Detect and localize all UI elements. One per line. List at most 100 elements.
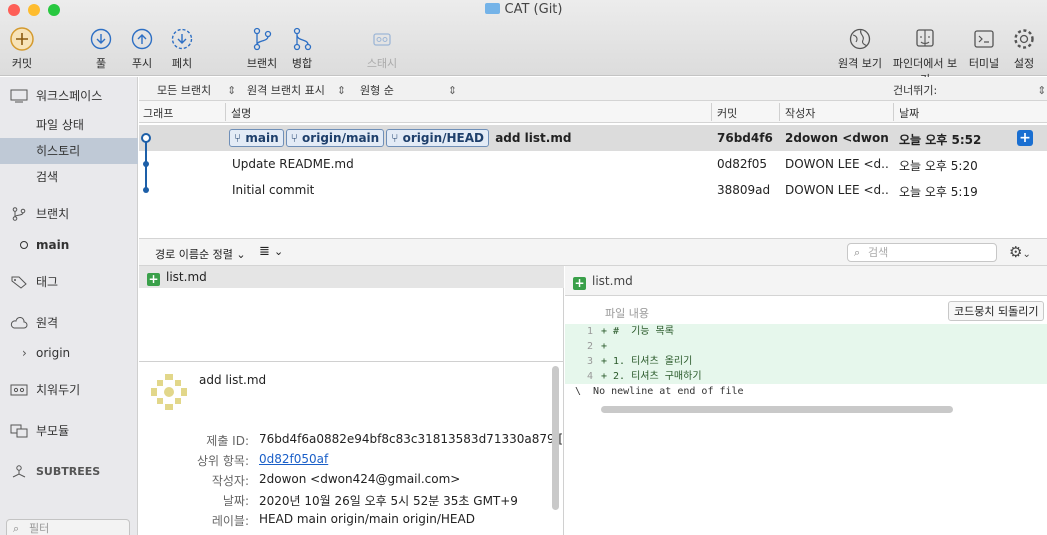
- parents-label: 상위 항목:: [196, 454, 249, 468]
- search-input[interactable]: ⌕ 검색: [847, 243, 997, 262]
- commit-row[interactable]: ⑂ main ⑂ origin/main ⑂ origin/HEAD add lis…: [139, 125, 1047, 151]
- sidebar-item-file-status[interactable]: 파일 상태: [0, 112, 138, 138]
- ref-tags: ⑂ main ⑂ origin/main ⑂ origin/HEAD add lis…: [229, 129, 571, 147]
- date-label: 날짜:: [222, 494, 249, 508]
- column-graph[interactable]: 그래프: [143, 105, 173, 121]
- jump-to-select[interactable]: 건너뛰기: ⇕: [893, 82, 1046, 98]
- sidebar-item-search[interactable]: 검색: [0, 164, 138, 190]
- branch-tag[interactable]: ⑂ main: [229, 129, 284, 147]
- diff-line: 3 + 1. 티셔츠 올리기: [565, 354, 1047, 369]
- file-row[interactable]: + list.md: [139, 266, 564, 288]
- file-name: list.md: [166, 270, 207, 284]
- column-description[interactable]: 설명: [231, 105, 251, 121]
- column-commit[interactable]: 커밋: [717, 105, 737, 121]
- settings-button[interactable]: 설정: [1008, 26, 1040, 71]
- updown-chevron-icon: ⇕: [447, 84, 458, 97]
- updown-chevron-icon: ⇕: [227, 84, 237, 97]
- sidebar-item-history[interactable]: 히스토리: [0, 138, 138, 164]
- file-toolbar: 경로 이름순 정렬 ⌄ ≣ ⌄ ⌕ 검색 ⚙⌄: [139, 238, 1047, 266]
- gear-icon[interactable]: ⚙⌄: [1009, 243, 1031, 261]
- sidebar-item-main[interactable]: main: [0, 232, 138, 258]
- chevron-down-icon: ⌄: [236, 248, 246, 261]
- subtree-icon: [12, 465, 26, 478]
- commit-button[interactable]: 커밋: [6, 26, 38, 71]
- pull-button[interactable]: 풀: [86, 26, 116, 71]
- add-icon[interactable]: +: [1017, 130, 1033, 146]
- folder-icon: [484, 3, 500, 14]
- sha-value[interactable]: 76bd4f6a0882e94bf8c83c31813583d71330a879…: [259, 432, 563, 446]
- sha-label: 제출 ID:: [206, 434, 249, 448]
- title-toolbar: CAT (Git) 커밋 풀 푸시 페치 브랜치 병합 스태시 원격 보기 파인…: [0, 0, 1047, 86]
- avatar: [149, 372, 189, 412]
- changed-files-list: + list.md: [139, 266, 564, 361]
- tag-icon: [11, 276, 27, 289]
- commit-row[interactable]: Initial commit 38809ad DOWON LEE <d... 오…: [139, 177, 1047, 203]
- stash-icon: [373, 33, 391, 46]
- commit-icon: [10, 27, 34, 51]
- merge-button[interactable]: 병합: [286, 26, 318, 71]
- order-select[interactable]: 원형 순 ⇕: [360, 82, 457, 98]
- commit-row[interactable]: Update README.md 0d82f05 DOWON LEE <d...…: [139, 151, 1047, 177]
- added-file-icon: +: [573, 276, 586, 290]
- branch-button[interactable]: 브랜치: [244, 26, 280, 71]
- branch-tag[interactable]: ⑂ origin/main: [285, 129, 385, 147]
- commit-date: 오늘 오후 5:52: [899, 133, 982, 147]
- updown-chevron-icon: ⇕: [1037, 84, 1047, 97]
- history-view: 모든 브랜치 ⇕ 원격 브랜치 표시 ⇕ 원형 순 ⇕ 건너뛰기: ⇕ 그래프 설명 커…: [139, 77, 1047, 535]
- details-scrollbar[interactable]: [552, 366, 559, 510]
- sidebar-filter-input[interactable]: ⌕ 필터: [6, 519, 130, 535]
- commit-author: DOWON LEE <d...: [785, 157, 889, 171]
- labels-label: 레이블:: [211, 514, 249, 528]
- sidebar-workspace-header[interactable]: 워크스페이스: [0, 83, 138, 109]
- chevron-down-icon: ⌄: [274, 245, 284, 258]
- hunk-header: 파일 내용 코드뭉치 되돌리기: [565, 296, 1047, 324]
- column-author[interactable]: 작성자: [785, 105, 815, 121]
- push-button[interactable]: 푸시: [126, 26, 158, 71]
- discard-hunk-button[interactable]: 코드뭉치 되돌리기: [948, 301, 1045, 321]
- parent-link[interactable]: 0d82f050af: [259, 452, 328, 466]
- commit-message: Update README.md: [232, 157, 354, 171]
- commit-message: add list.md: [495, 131, 572, 145]
- sidebar-remotes-header[interactable]: 원격: [0, 310, 138, 336]
- diff-line: 1 + # 기능 목록: [565, 324, 1047, 339]
- stash-icon: [10, 384, 28, 396]
- commit-details: add list.md 제출 ID: 76bd4f6a0882e94bf8c83…: [139, 361, 564, 535]
- commit-message: Initial commit: [232, 183, 315, 197]
- column-date[interactable]: 날짜: [899, 105, 919, 121]
- diff-horizontal-scrollbar[interactable]: [601, 406, 953, 413]
- branch-tag[interactable]: ⑂ origin/HEAD: [386, 129, 490, 147]
- commit-author: 2dowon <dwon...: [785, 131, 889, 145]
- author-value: 2dowon <dwon424@gmail.com>: [259, 472, 461, 486]
- branch-filter-select[interactable]: 모든 브랜치 ⇕: [157, 82, 236, 98]
- commit-hash: 0d82f05: [717, 157, 768, 171]
- branch-icon: [12, 207, 26, 221]
- remote-view-button[interactable]: 원격 보기: [836, 26, 884, 71]
- sidebar-item-origin[interactable]: › origin: [0, 340, 138, 366]
- cloud-icon: [10, 317, 28, 329]
- sidebar-stashes-header[interactable]: 치워두기: [0, 377, 138, 403]
- diff-view: + list.md 파일 내용 코드뭉치 되돌리기 1 + # 기능 목록 2 + …: [565, 266, 1047, 535]
- remote-branch-select[interactable]: 원격 브랜치 표시 ⇕: [247, 82, 346, 98]
- chevron-right-icon: ›: [22, 346, 27, 360]
- sidebar-subtrees-header[interactable]: SUBTREES: [0, 459, 138, 485]
- sidebar-submodules-header[interactable]: 부모듈: [0, 418, 138, 444]
- branch-icon: ⑂: [234, 131, 242, 145]
- diff-line-no-newline: \ No newline at end of file: [575, 386, 744, 397]
- commit-graph: [141, 133, 151, 193]
- list-view-select[interactable]: ≣ ⌄: [259, 244, 283, 259]
- branch-icon: ⑂: [290, 131, 298, 145]
- stash-button[interactable]: 스태시: [364, 26, 400, 71]
- sidebar-tags-header[interactable]: 태그: [0, 269, 138, 295]
- author-label: 작성자:: [211, 474, 249, 488]
- sidebar: 워크스페이스 파일 상태 히스토리 검색 브랜치 main 태그 원격 › or…: [0, 77, 138, 535]
- commit-author: DOWON LEE <d...: [785, 183, 889, 197]
- sidebar-branches-header[interactable]: 브랜치: [0, 201, 138, 227]
- gear-icon: [1014, 29, 1034, 49]
- sort-select[interactable]: 경로 이름순 정렬 ⌄: [155, 246, 246, 262]
- fetch-button[interactable]: 페치: [166, 26, 198, 71]
- diff-header: + list.md: [565, 266, 1047, 296]
- diff-file-name: list.md: [592, 274, 633, 288]
- commit-column-header: 그래프 설명 커밋 작성자 날짜: [139, 101, 1047, 123]
- added-file-icon: +: [147, 272, 160, 286]
- terminal-button[interactable]: 터미널: [966, 26, 1002, 71]
